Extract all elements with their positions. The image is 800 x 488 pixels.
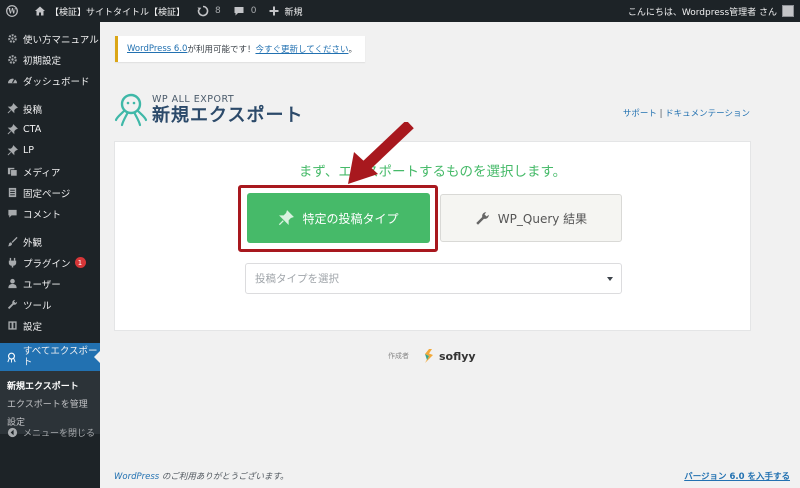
svg-text:W: W: [7, 7, 16, 16]
wordpress-icon: W: [6, 5, 18, 17]
my-account[interactable]: こんにちは、Wordpress管理者 さん: [628, 5, 800, 18]
collapse-menu-button[interactable]: メニューを閉じる: [0, 425, 100, 439]
pin-icon: [6, 103, 18, 115]
export-panel: まず、エクスポートするものを選択します。 特定の投稿タイプ WP_Query 結…: [114, 141, 751, 331]
get-version-link[interactable]: バージョン 6.0 を入手する: [684, 470, 790, 482]
menu-appearance[interactable]: 外観: [0, 231, 100, 252]
documentation-link[interactable]: ドキュメンテーション: [665, 109, 750, 119]
menu-comments[interactable]: コメント: [0, 203, 100, 224]
submenu-manage-exports[interactable]: エクスポートを管理: [0, 394, 100, 412]
highlight-annotation-box: [238, 185, 438, 252]
settings-icon: [6, 320, 18, 332]
menu-dashboard[interactable]: ダッシュボード: [0, 70, 100, 91]
plugin-update-badge: 1: [74, 257, 86, 268]
soflyy-logo-icon: [425, 349, 433, 363]
wordpress-footer-link[interactable]: WordPress: [114, 472, 159, 482]
gear-icon: [6, 33, 18, 45]
comments-link[interactable]: 0: [227, 0, 263, 22]
pin-icon: [6, 145, 18, 157]
annotation-arrow-icon: [348, 122, 414, 184]
logo-wordmark: WP ALL EXPORT: [152, 93, 235, 105]
menu-media[interactable]: メディア: [0, 161, 100, 182]
plus-icon: [268, 5, 280, 17]
menu-users[interactable]: ユーザー: [0, 273, 100, 294]
update-notice: WordPress 6.0 が利用可能です！ 今すぐ更新してください 。: [115, 36, 365, 62]
support-link[interactable]: サポート: [623, 109, 657, 119]
menu-manual[interactable]: 使い方マニュアル: [0, 28, 100, 49]
new-label: 新規: [284, 7, 303, 18]
menu-lp[interactable]: LP: [0, 140, 100, 161]
post-type-select[interactable]: 投稿タイプを選択: [245, 263, 622, 294]
menu-initial-settings[interactable]: 初期設定: [0, 49, 100, 70]
admin-bar: W 【検証】サイトタイトル【検証】 8 0 新規 こんにちは、Wordpress…: [0, 0, 800, 22]
footer-thanks: WordPress のご利用ありがとうございます。: [114, 472, 289, 482]
gear-icon: [6, 54, 18, 66]
octopus-logo-icon: [114, 93, 148, 127]
menu-plugins[interactable]: プラグイン 1: [0, 252, 100, 273]
export-octopus-icon: [6, 351, 18, 363]
menu-posts[interactable]: 投稿: [0, 98, 100, 119]
submenu-new-export[interactable]: 新規エクスポート: [0, 376, 100, 394]
site-title: 【検証】サイトタイトル【検証】: [50, 7, 186, 18]
comment-icon: [6, 208, 18, 220]
menu-settings[interactable]: 設定: [0, 315, 100, 336]
plugin-icon: [6, 257, 18, 269]
dropdown-caret-icon: [607, 277, 613, 281]
pin-icon: [6, 124, 18, 136]
brush-icon: [6, 236, 18, 248]
menu-cta[interactable]: CTA: [0, 119, 100, 140]
updates-link[interactable]: 8: [191, 0, 227, 22]
made-by: 作成者 soflyy: [388, 349, 476, 363]
page-title: 新規エクスポート: [152, 104, 304, 126]
comments-count: 0: [250, 6, 257, 16]
panel-heading: まず、エクスポートするものを選択します。: [298, 164, 567, 180]
support-links: サポート | ドキュメンテーション: [622, 109, 750, 119]
plugin-header: WP ALL EXPORT 新規エクスポート: [114, 90, 303, 130]
menu-tools[interactable]: ツール: [0, 294, 100, 315]
dashboard-icon: [6, 75, 18, 87]
new-content-link[interactable]: 新規: [262, 0, 308, 22]
soflyy-link[interactable]: soflyy: [423, 349, 476, 363]
home-icon: [34, 5, 46, 17]
wrench-icon: [6, 299, 18, 311]
wp-version-link[interactable]: WordPress 6.0: [127, 44, 187, 54]
page-icon: [6, 187, 18, 199]
wp-logo-button[interactable]: W: [0, 0, 28, 22]
menu-pages[interactable]: 固定ページ: [0, 182, 100, 203]
made-by-label: 作成者: [388, 352, 409, 360]
wp-query-results-button[interactable]: WP_Query 結果: [440, 194, 622, 242]
avatar: [782, 5, 794, 17]
update-now-link[interactable]: 今すぐ更新してください: [255, 43, 348, 55]
comment-icon: [233, 5, 245, 17]
updates-count: 8: [215, 6, 221, 16]
notice-text: が利用可能です！: [187, 45, 256, 55]
media-icon: [6, 166, 18, 178]
site-name-link[interactable]: 【検証】サイトタイトル【検証】: [28, 0, 191, 22]
updates-icon: [197, 5, 209, 17]
wrench-icon: [475, 211, 490, 226]
current-menu-arrow: [94, 351, 100, 363]
user-icon: [6, 278, 18, 290]
collapse-icon: [6, 426, 18, 438]
greeting-text: こんにちは、Wordpress管理者 さん: [627, 7, 777, 18]
admin-sidebar: 使い方マニュアル 初期設定 ダッシュボード 投稿 CTA LP メディア 固定ペ…: [0, 22, 100, 488]
menu-all-export[interactable]: すべてエクスポート: [0, 343, 100, 371]
